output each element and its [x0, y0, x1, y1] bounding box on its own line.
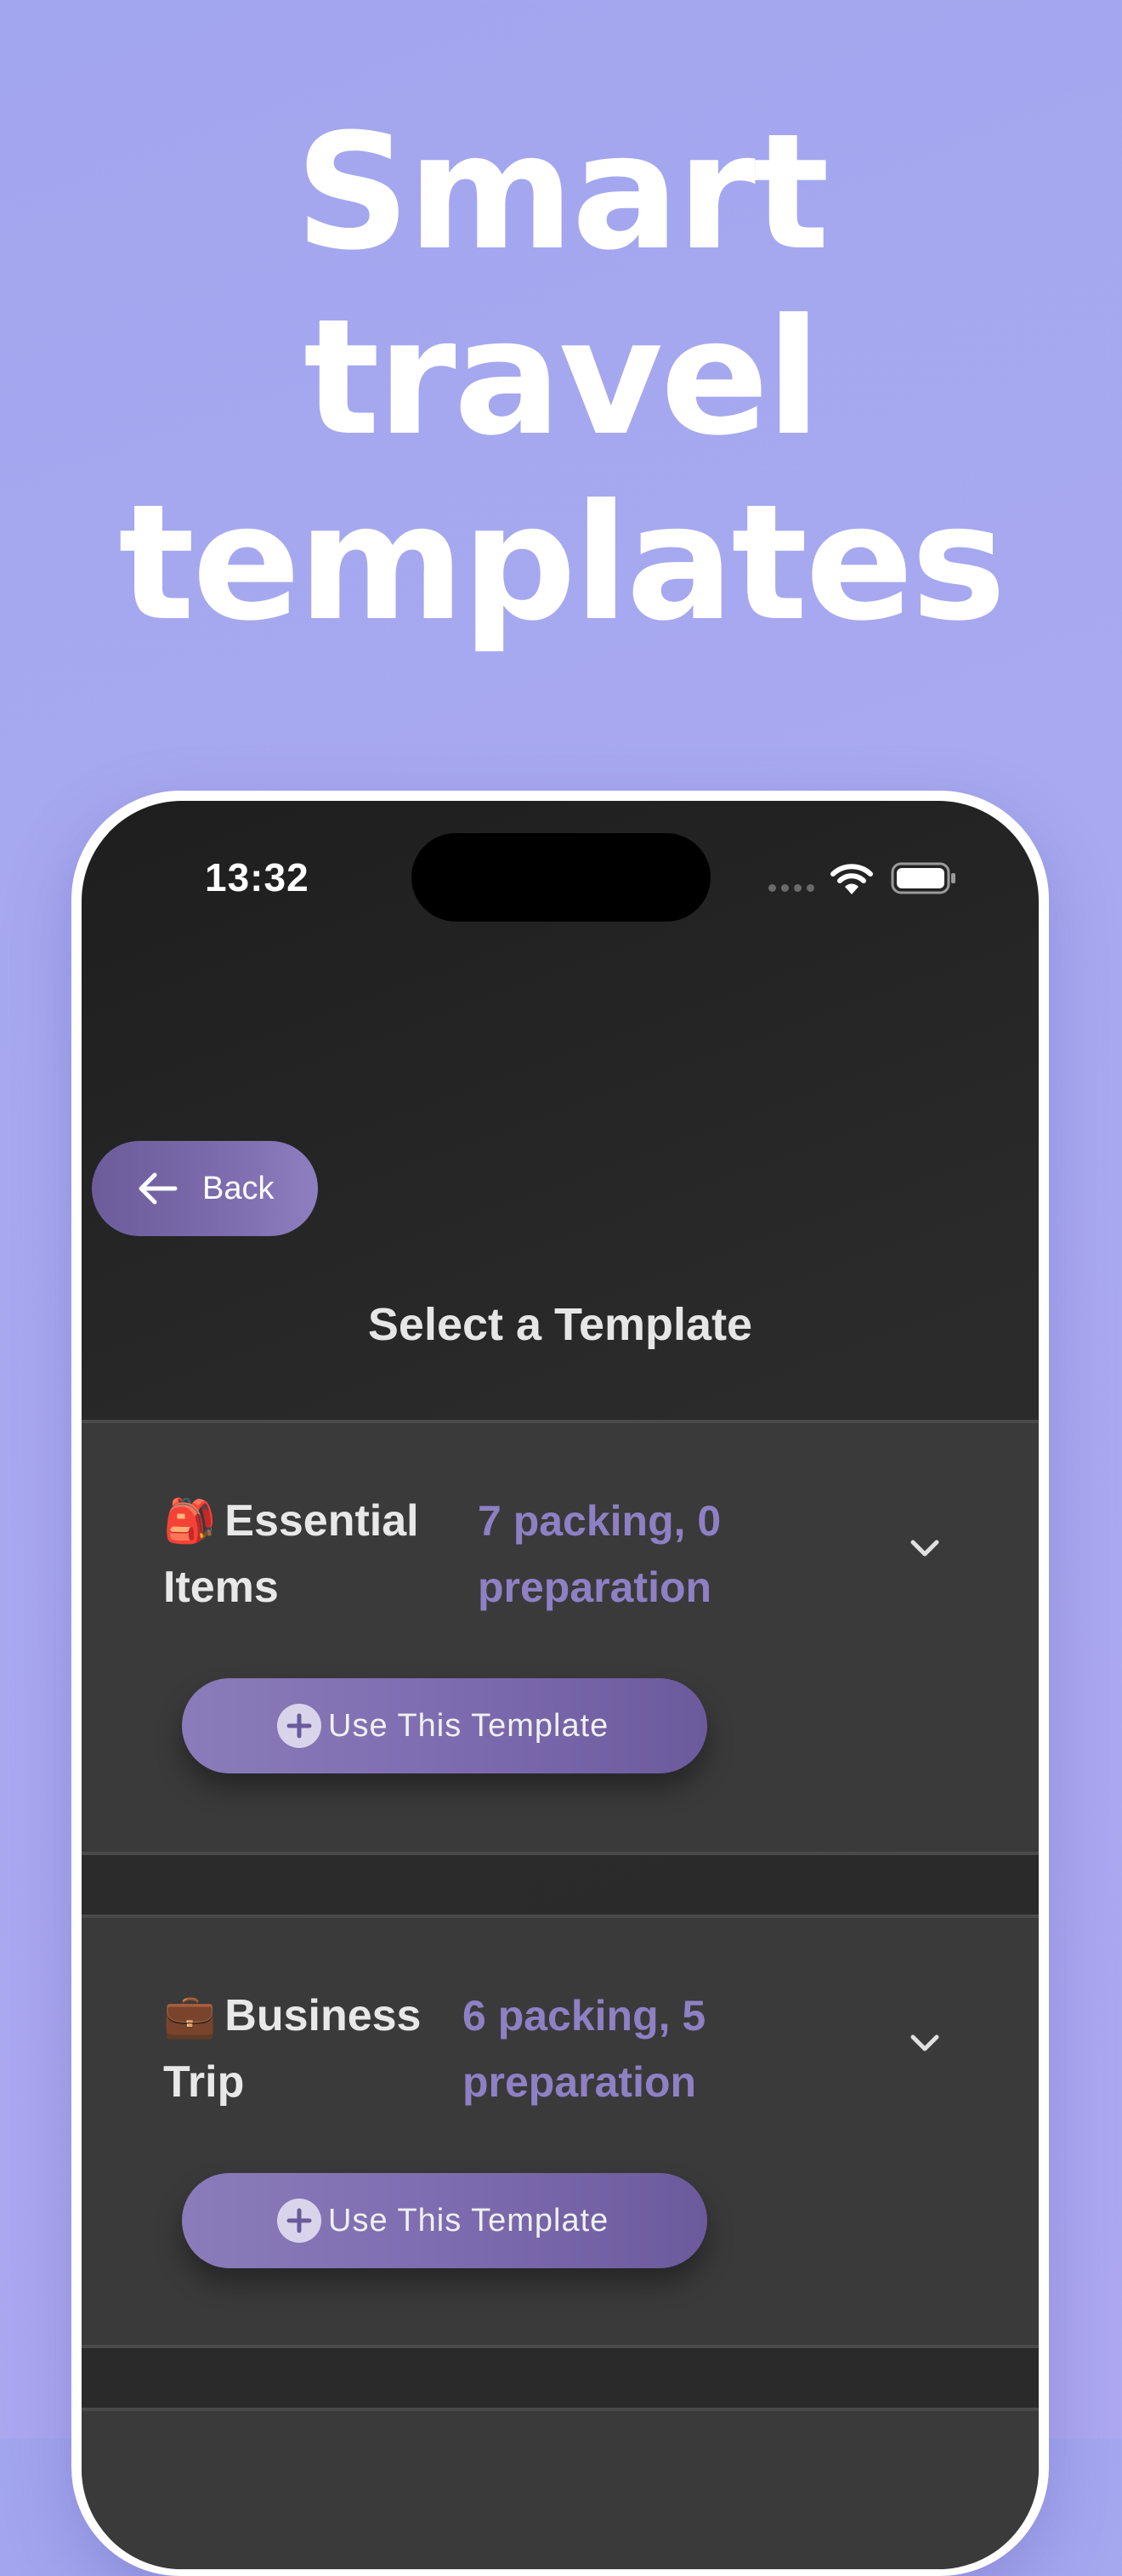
template-title: 💼 Business Trip	[163, 1983, 486, 2115]
wifi-icon	[830, 864, 873, 894]
use-template-button[interactable]: Use This Template	[182, 2173, 707, 2268]
page-title: Select a Template	[367, 1299, 753, 1350]
backpack-icon: 🎒	[163, 1497, 217, 1545]
headline-line-2: travel	[303, 285, 821, 471]
template-summary: 6 packing, 5 preparation	[462, 1992, 706, 2106]
back-button[interactable]: Back	[92, 1141, 318, 1236]
plus-circle-icon	[277, 2199, 321, 2243]
template-card-business-trip[interactable]: 💼 Business Trip 6 packing, 5 preparation …	[82, 1915, 1039, 2348]
template-title: 🎒 Essential Items	[163, 1488, 486, 1620]
arrow-left-icon	[139, 1172, 178, 1205]
chevron-down-icon[interactable]	[908, 2032, 942, 2054]
template-card-essential-items[interactable]: 🎒 Essential Items 7 packing, 0 preparatio…	[82, 1420, 1039, 1855]
back-button-label: Back	[202, 1170, 275, 1206]
dynamic-island	[411, 833, 711, 922]
battery-icon	[891, 862, 955, 894]
chevron-down-icon[interactable]	[908, 1537, 942, 1559]
phone-screen: 13:32 Back Select a Template 🎒 Essential …	[82, 801, 1039, 2569]
plus-circle-icon	[277, 1704, 321, 1748]
briefcase-icon: 💼	[163, 1992, 217, 2040]
status-time: 13:32	[205, 855, 309, 899]
use-template-button[interactable]: Use This Template	[182, 1678, 707, 1773]
template-summary: 7 packing, 0 preparation	[478, 1497, 722, 1611]
signal-dots-icon	[768, 884, 814, 892]
template-card-partial[interactable]	[82, 2408, 1039, 2569]
headline-line-3: templates	[118, 470, 1006, 656]
phone-frame: 13:32 Back Select a Template 🎒 Essential …	[71, 791, 1049, 2576]
headline-line-1: Smart	[295, 99, 830, 286]
use-template-label: Use This Template	[328, 2202, 609, 2238]
use-template-label: Use This Template	[328, 1707, 609, 1744]
headline: Smart travel templates	[0, 100, 1122, 656]
